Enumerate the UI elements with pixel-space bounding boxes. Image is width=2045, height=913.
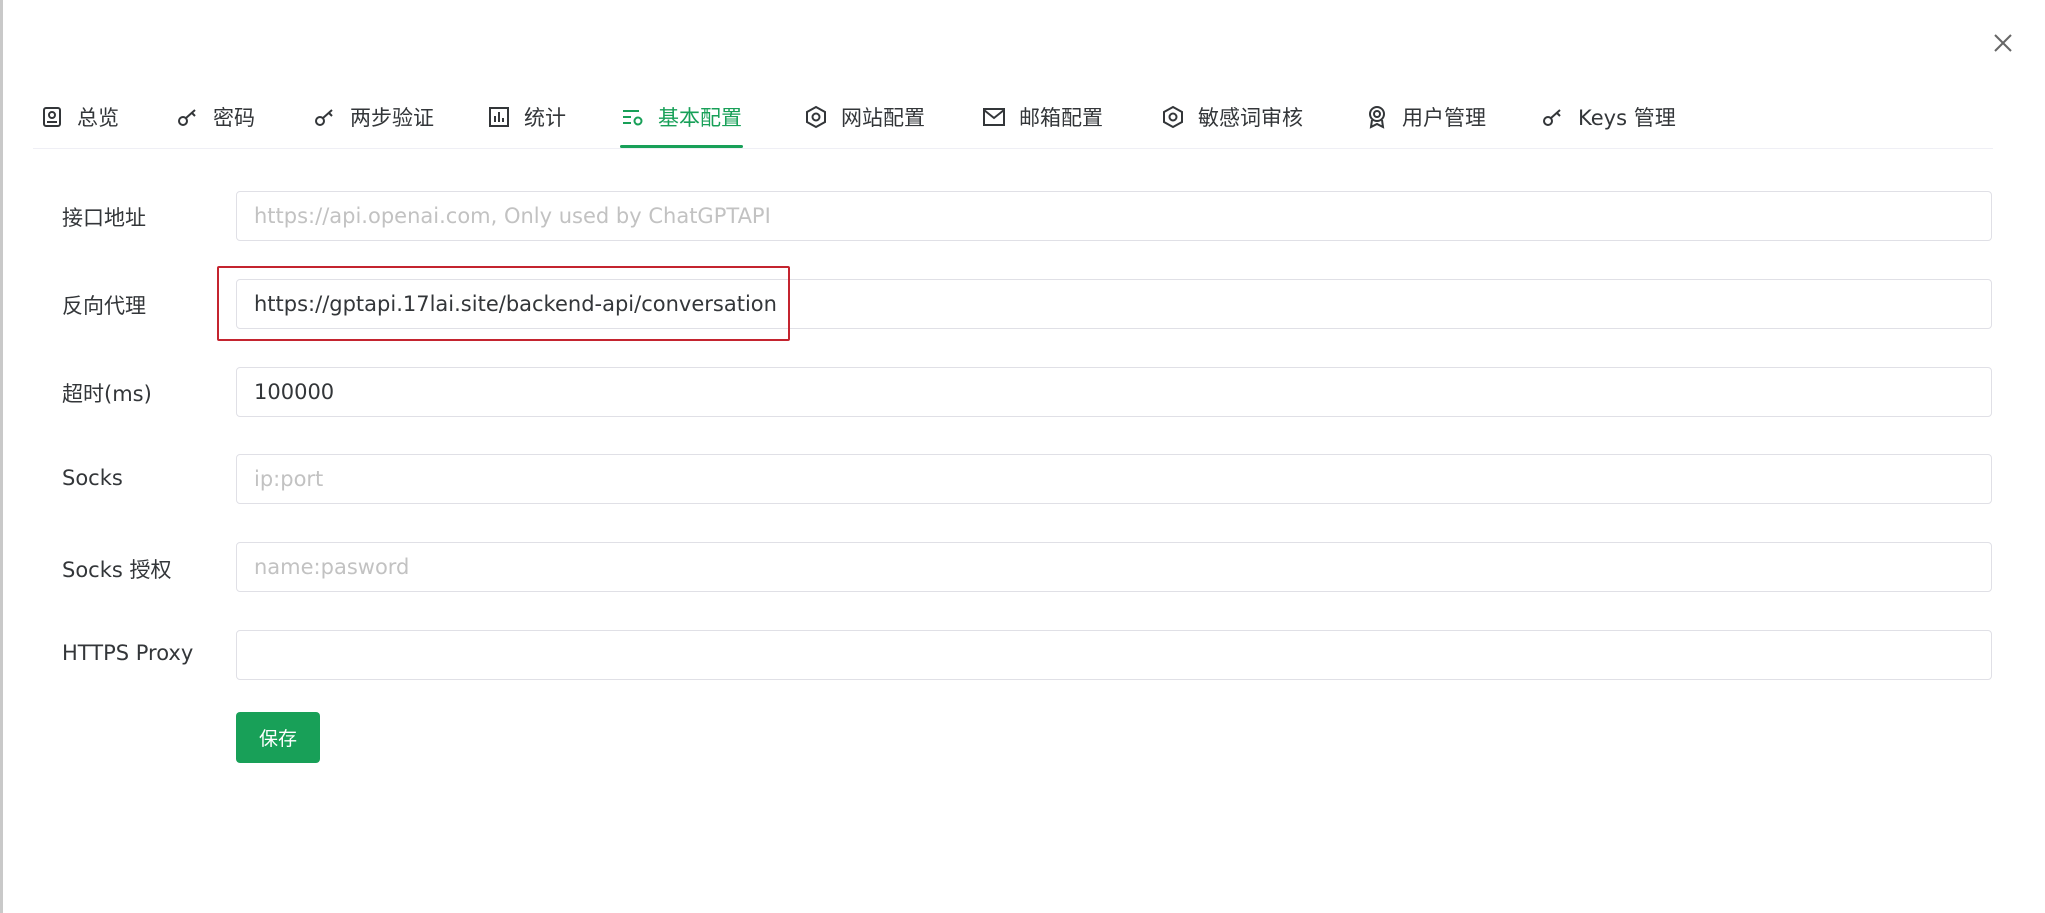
settings-modal: 总览 密码 两步验证 统计 基本配置 网站配置 邮箱配置 敏感词审核 用户管理 …	[0, 0, 2045, 913]
overview-icon	[39, 104, 65, 130]
tab-user-management[interactable]: 用户管理	[1364, 85, 1486, 148]
tab-overview[interactable]: 总览	[39, 85, 119, 148]
https-proxy-label: HTTPS Proxy	[62, 641, 194, 665]
settings-tabs: 总览 密码 两步验证 统计 基本配置 网站配置 邮箱配置 敏感词审核 用户管理 …	[33, 85, 1993, 149]
tab-password[interactable]: 密码	[175, 85, 255, 148]
key-icon	[175, 104, 201, 130]
reverse-proxy-input[interactable]	[236, 279, 1992, 329]
https-proxy-input[interactable]	[236, 630, 1992, 680]
tab-label: 密码	[213, 105, 255, 130]
tab-keys-management[interactable]: Keys 管理	[1540, 85, 1676, 148]
tab-label: 两步验证	[350, 105, 434, 130]
socks-auth-input[interactable]	[236, 542, 1992, 592]
timeout-input[interactable]	[236, 367, 1992, 417]
hexagon-icon	[1160, 104, 1186, 130]
tab-label: 总览	[77, 105, 119, 130]
tab-label: Keys 管理	[1578, 105, 1676, 130]
tab-site-config[interactable]: 网站配置	[803, 85, 925, 148]
socks-input[interactable]	[236, 454, 1992, 504]
tab-sensitive-words[interactable]: 敏感词审核	[1160, 85, 1303, 148]
timeout-label: 超时(ms)	[62, 382, 152, 406]
key-icon	[312, 104, 338, 130]
tab-label: 基本配置	[658, 105, 742, 130]
window-edge	[0, 0, 3, 913]
tab-two-factor[interactable]: 两步验证	[312, 85, 434, 148]
close-icon[interactable]	[1988, 28, 2018, 58]
socks-label: Socks	[62, 466, 123, 490]
tab-label: 敏感词审核	[1198, 105, 1303, 130]
api-url-label: 接口地址	[62, 206, 146, 230]
bar-chart-icon	[486, 104, 512, 130]
tab-statistics[interactable]: 统计	[486, 85, 566, 148]
reverse-proxy-label: 反向代理	[62, 294, 146, 318]
api-url-input[interactable]	[236, 191, 1992, 241]
save-button[interactable]: 保存	[236, 712, 320, 763]
tab-label: 邮箱配置	[1019, 105, 1103, 130]
tab-basic-config[interactable]: 基本配置	[620, 85, 742, 148]
tab-label: 用户管理	[1402, 105, 1486, 130]
hexagon-icon	[803, 104, 829, 130]
tab-mail-config[interactable]: 邮箱配置	[981, 85, 1103, 148]
socks-auth-label: Socks 授权	[62, 558, 172, 582]
key-icon	[1540, 104, 1566, 130]
tab-label: 网站配置	[841, 105, 925, 130]
active-tab-indicator	[620, 145, 743, 148]
settings-list-icon	[620, 104, 646, 130]
mail-icon	[981, 104, 1007, 130]
award-icon	[1364, 104, 1390, 130]
tab-label: 统计	[524, 105, 566, 130]
